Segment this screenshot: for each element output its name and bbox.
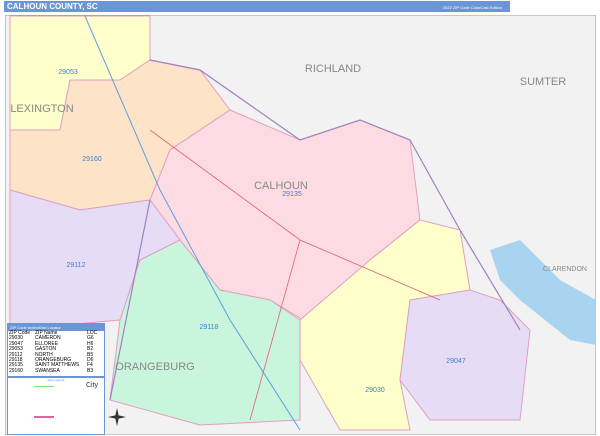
key-swatch (34, 416, 54, 419)
zip-label: 29118 (200, 324, 219, 331)
edition-label: 2022 ZIP Code ColorCast Edition (442, 5, 502, 10)
zip-cell: 29160 (9, 367, 23, 374)
zip-label: 29047 (446, 358, 466, 365)
key-swatch (34, 386, 54, 388)
zip-index-legend: ZIP Code Index/Grid Locator ZIP Code ZIP … (7, 323, 105, 435)
county-label-clarendon: CLARENDON (543, 266, 587, 273)
county-label-lexington: LEXINGTON (10, 103, 73, 115)
zip-label: 29053 (58, 69, 78, 76)
map-title: CALHOUN COUNTY, SC (7, 2, 98, 11)
title-bar: CALHOUN COUNTY, SC 2022 ZIP Code ColorCa… (4, 1, 510, 12)
loc-cell: B3 (87, 367, 94, 374)
zip-label: 29112 (67, 262, 86, 269)
city-key-label: City (86, 382, 99, 390)
zip-label: 29160 (82, 156, 102, 163)
county-label-orangeburg: ORANGEBURG (115, 361, 194, 373)
zip-label: 29135 (282, 191, 302, 198)
county-label-richland: RICHLAND (305, 63, 361, 75)
zip-label: 29030 (365, 387, 385, 394)
publisher-logo (512, 0, 596, 13)
table-row: 29160 SWANSEA B3 (8, 367, 104, 374)
name-cell: SWANSEA (35, 367, 60, 374)
map-key: Map Legend City (8, 376, 104, 422)
county-label-sumter: SUMTER (520, 76, 567, 88)
